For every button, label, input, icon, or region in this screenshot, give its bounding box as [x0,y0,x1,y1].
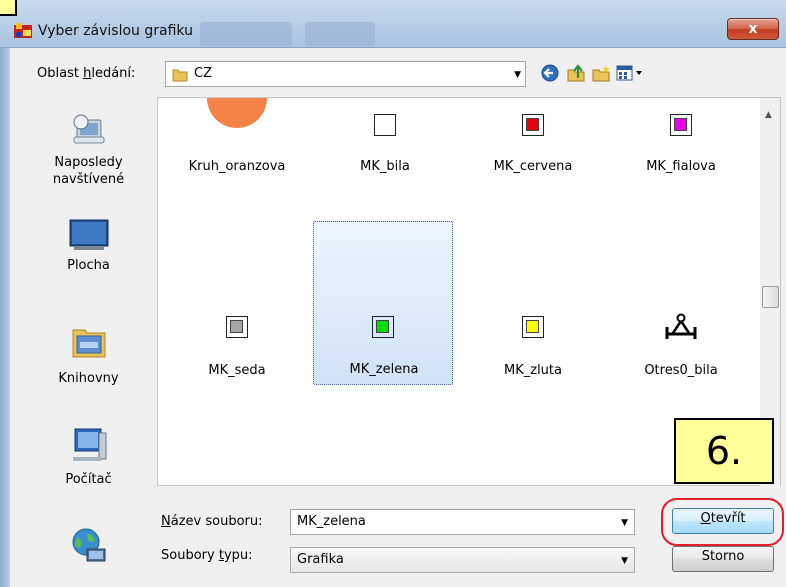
file-item[interactable]: MK_cervena [463,98,603,194]
background-window-ghost [305,22,375,46]
swatch-icon [670,114,692,136]
lookin-label: Oblast hledání: [37,66,136,81]
desktop-icon [69,219,108,250]
file-item[interactable]: MK_zluta [463,288,603,384]
places-bar: Naposledy navštívené Plocha Knihovny Počí… [33,95,144,587]
place-recent-label: Naposledy navštívené [52,155,125,187]
file-name: MK_seda [208,363,266,378]
place-libraries[interactable]: Knihovny [33,322,144,387]
close-button[interactable]: x [727,18,779,40]
swatch-fill [674,118,687,131]
swatch-fill [230,320,243,333]
libraries-icon [72,329,105,358]
view-menu-icon[interactable] [615,63,645,83]
close-icon: x [748,21,758,37]
app-icon [14,23,32,38]
file-item[interactable]: MK_fialova [611,98,751,194]
file-item[interactable]: Otres0_bila [611,288,751,384]
chevron-down-icon[interactable]: ▼ [621,556,628,566]
cancel-button[interactable]: Storno [672,546,774,572]
file-name: MK_cervena [493,159,573,174]
place-recent[interactable]: Naposledy navštívené [33,110,144,188]
scrollbar-thumb[interactable] [762,286,779,308]
swatch-fill [526,320,539,333]
swatch-icon [374,114,396,136]
annotation-corner-box [0,0,17,16]
new-folder-icon[interactable] [591,63,611,83]
swatch-fill [378,118,391,131]
otres-symbol-icon [665,313,697,339]
file-name: MK_zelena [349,362,419,377]
circle-thumbnail-icon [207,98,267,128]
place-libraries-label: Knihovny [58,371,119,386]
filetype-label: Soubory typu: [161,548,253,563]
step-annotation: 6. [674,418,774,484]
chevron-down-icon[interactable]: ▼ [621,518,628,528]
swatch-fill [526,118,539,131]
network-icon [72,528,105,562]
recent-places-icon [73,114,104,144]
swatch-fill [376,320,389,333]
filetype-value: Grafika [297,552,344,567]
filename-value: MK_zelena [297,514,366,529]
swatch-icon [372,316,394,338]
scroll-up-icon[interactable]: ▲ [765,110,772,120]
filename-field[interactable]: MK_zelena ▼ [290,509,635,535]
lookin-combo[interactable]: CZ ▼ [165,61,526,87]
filetype-select[interactable]: Grafika ▼ [290,547,635,573]
file-name: MK_zluta [504,363,562,378]
file-name: MK_fialova [646,159,716,174]
file-item[interactable]: Kruh_oranzova [167,98,307,194]
filename-label: Název souboru: [161,514,263,529]
computer-icon [72,428,106,461]
file-item[interactable]: MK_bila [315,98,455,194]
swatch-icon [226,316,248,338]
file-item[interactable]: MK_seda [167,288,307,384]
back-icon[interactable] [540,63,560,83]
highlight-ring [661,498,784,546]
place-network[interactable] [33,525,144,565]
swatch-icon [522,316,544,338]
swatch-icon [522,114,544,136]
chevron-down-icon[interactable]: ▼ [514,70,521,80]
file-name: Kruh_oranzova [188,159,286,174]
up-folder-icon[interactable] [566,63,586,83]
lookin-value: CZ [194,66,212,81]
file-thumbnail [167,98,307,146]
place-desktop[interactable]: Plocha [33,217,144,274]
file-name: Otres0_bila [644,363,718,378]
place-computer[interactable]: Počítač [33,425,144,488]
folder-icon [172,69,188,82]
file-item-selected[interactable]: MK_zelena [313,221,453,385]
dialog-title: Vyber závislou grafiku [38,23,193,39]
file-name: MK_bila [360,159,410,174]
window-frame-left [0,48,10,587]
background-window-ghost [200,22,292,46]
place-computer-label: Počítač [65,472,112,487]
place-desktop-label: Plocha [67,258,110,273]
